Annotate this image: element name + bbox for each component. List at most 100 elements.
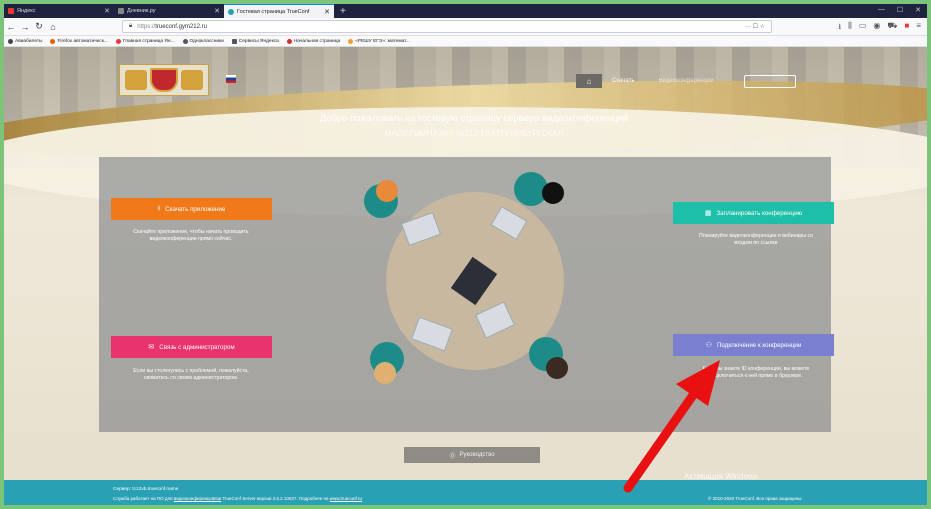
bookmark-item[interactable]: Одноклассники bbox=[182, 38, 224, 44]
window-controls: — ☐ ✕ bbox=[878, 6, 921, 14]
site-footer: Сервер: tc12vb.trueconf.name Служба рабо… bbox=[4, 480, 927, 505]
firefox-icon bbox=[50, 38, 56, 44]
footer-copyright: © 2010-2020 TrueConf. Все права защищены bbox=[708, 496, 802, 501]
download-icon: ⭳ bbox=[157, 204, 161, 212]
page-actions[interactable]: ··· ☐ ☆ bbox=[745, 23, 765, 30]
help-icon: ⓪ bbox=[449, 453, 456, 460]
bookmark-label: Начальная страница bbox=[293, 38, 341, 44]
join-conference-label: Подключение к конференции bbox=[716, 341, 802, 349]
emblem-right bbox=[181, 70, 203, 90]
toolbar-icons: ⭳ ⫼ ▭ ◉ ⛟ ■ ≡ bbox=[838, 21, 921, 35]
bookmark-label: Firefox автоматическ... bbox=[57, 38, 108, 44]
close-icon[interactable]: ✕ bbox=[324, 8, 330, 16]
close-icon[interactable]: ✕ bbox=[214, 7, 220, 15]
footer-videoconf-link[interactable]: видеоконференцсвязи bbox=[174, 496, 221, 501]
schedule-description: Планируйте видеоконференции и вебинары с… bbox=[699, 233, 813, 247]
bookmark-label: Авиабилеты bbox=[15, 38, 43, 44]
chat-icon: ✉ bbox=[148, 344, 155, 351]
footer-trueconf-link[interactable]: www.trueconf.ru bbox=[330, 496, 362, 501]
bookmark-label: Сервисы Яндекса bbox=[238, 38, 279, 44]
join-conference-button[interactable]: ⚇ Подключение к конференции bbox=[673, 334, 834, 356]
tab-yandex[interactable]: Яндекс ✕ bbox=[4, 4, 114, 18]
forward-icon[interactable]: → bbox=[18, 22, 32, 32]
footer-info-mid: TrueConf Server версии 4.5.2.10027. Подр… bbox=[222, 496, 329, 501]
bookmark-item[interactable]: Сервисы Яндекса bbox=[231, 38, 279, 44]
bookmark-icon bbox=[348, 38, 354, 44]
close-window-icon[interactable]: ✕ bbox=[915, 6, 921, 14]
lock-icon: 🔒︎ bbox=[129, 23, 133, 29]
cart-icon[interactable]: ⛟ bbox=[887, 21, 897, 35]
page-subtitle: МАОУ ГИМНАЗИЯ №212 ЕКАТЕРИНБУРГСКАЯ bbox=[384, 129, 564, 138]
bookmark-label: Одноклассники bbox=[189, 38, 224, 44]
tab-dnevnik[interactable]: Дневник.ру ✕ bbox=[114, 4, 224, 18]
minimize-icon[interactable]: — bbox=[878, 6, 885, 14]
trueconf-icon bbox=[228, 8, 234, 15]
sidebar-icon[interactable]: ▭ bbox=[859, 21, 867, 35]
join-description: Если вы знаете ID конференции, вы можете… bbox=[702, 366, 810, 380]
footer-server: Сервер: tc12vb.trueconf.name bbox=[113, 487, 179, 492]
url-protocol: https:// bbox=[137, 23, 156, 30]
tab-title: Дневник.ру bbox=[127, 8, 156, 14]
url-host: trueconf.gym212.ru bbox=[155, 23, 207, 30]
nav-download-link[interactable]: Скачать bbox=[612, 78, 635, 84]
bookmarks-bar: Авиабилеты Firefox автоматическ... Главн… bbox=[4, 36, 927, 47]
emblem-left bbox=[125, 70, 147, 90]
globe-icon bbox=[182, 38, 188, 44]
back-icon[interactable]: ← bbox=[4, 22, 18, 32]
person bbox=[542, 182, 564, 204]
site-nav: ⌂ Скачать Видеоконференции bbox=[576, 74, 796, 88]
library-icon[interactable]: ⫼ bbox=[848, 21, 852, 35]
contact-admin-button[interactable]: ✉ Связь с администратором bbox=[111, 336, 272, 358]
bookmark-label: Главная страница Ян... bbox=[122, 38, 175, 44]
bookmark-label: «РЕШУ ЕГЭ»: математ... bbox=[355, 38, 410, 44]
bookmark-item[interactable]: Авиабилеты bbox=[8, 38, 43, 44]
person bbox=[376, 180, 398, 202]
russian-flag-icon[interactable] bbox=[226, 75, 236, 83]
guide-label: Руководство bbox=[459, 452, 495, 458]
home-icon[interactable]: ⌂ bbox=[576, 74, 602, 88]
bookmark-item[interactable]: Главная страница Ян... bbox=[115, 38, 175, 44]
bookmark-icon bbox=[286, 38, 292, 44]
admin-description: Если вы столкнулись с проблемой, пожалуй… bbox=[133, 368, 249, 382]
maximize-icon[interactable]: ☐ bbox=[897, 6, 903, 14]
close-icon[interactable]: ✕ bbox=[104, 7, 110, 15]
page-title: Добро пожаловать на гостевую страницу се… bbox=[319, 113, 629, 124]
city-emblem-logo[interactable] bbox=[119, 64, 209, 96]
dnevnik-icon bbox=[118, 8, 124, 14]
emblem-shield bbox=[150, 68, 178, 92]
download-icon[interactable]: ⭳ bbox=[838, 21, 841, 35]
extension-icon[interactable]: ■ bbox=[904, 21, 909, 35]
browser-window: Яндекс ✕ Дневник.ру ✕ Гостевая страница … bbox=[4, 4, 927, 505]
tab-bar: Яндекс ✕ Дневник.ру ✕ Гостевая страница … bbox=[4, 4, 927, 18]
tab-title: Гостевая страница TrueConf bbox=[237, 8, 310, 15]
bookmark-item[interactable]: «РЕШУ ЕГЭ»: математ... bbox=[348, 38, 410, 44]
users-icon: ⚇ bbox=[705, 342, 712, 349]
login-button[interactable] bbox=[743, 74, 796, 88]
download-app-button[interactable]: ⭳ Скачать приложение bbox=[111, 198, 272, 220]
schedule-conference-label: Запланировать конференцию bbox=[716, 209, 803, 217]
bookmark-item[interactable]: Начальная страница bbox=[286, 38, 341, 44]
address-bar[interactable]: 🔒︎ https:// trueconf.gym212.ru ··· ☐ ☆ bbox=[122, 20, 772, 33]
bookmark-icon bbox=[8, 38, 13, 44]
nav-videoconf-link[interactable]: Видеоконференции bbox=[659, 78, 714, 84]
home-icon[interactable]: ⌂ bbox=[46, 22, 60, 32]
person bbox=[374, 362, 396, 384]
person bbox=[546, 357, 568, 379]
new-tab-button[interactable]: + bbox=[334, 6, 352, 17]
menu-icon[interactable]: ≡ bbox=[916, 21, 921, 35]
bookmark-item[interactable]: Firefox автоматическ... bbox=[50, 38, 108, 44]
yandex-icon bbox=[115, 38, 121, 44]
reload-icon[interactable]: ↻ bbox=[32, 21, 46, 32]
schedule-conference-button[interactable]: ▦ Запланировать конференцию bbox=[673, 202, 834, 224]
account-icon[interactable]: ◉ bbox=[873, 21, 880, 35]
meeting-illustration bbox=[364, 172, 584, 392]
navigation-bar: ← → ↻ ⌂ 🔒︎ https:// trueconf.gym212.ru ·… bbox=[4, 18, 927, 36]
footer-info-pre: Служба работает на ПО для bbox=[113, 496, 173, 501]
grid-icon bbox=[231, 38, 237, 44]
guide-button[interactable]: ⓪ Руководство bbox=[404, 447, 540, 463]
calendar-icon: ▦ bbox=[704, 210, 712, 217]
tab-title: Яндекс bbox=[17, 8, 36, 14]
tab-trueconf[interactable]: Гостевая страница TrueConf ✕ bbox=[224, 4, 334, 18]
footer-info: Служба работает на ПО для видеоконференц… bbox=[113, 496, 362, 501]
trueconf-guest-page: ⌂ Скачать Видеоконференции Добро пожалов… bbox=[4, 47, 927, 505]
